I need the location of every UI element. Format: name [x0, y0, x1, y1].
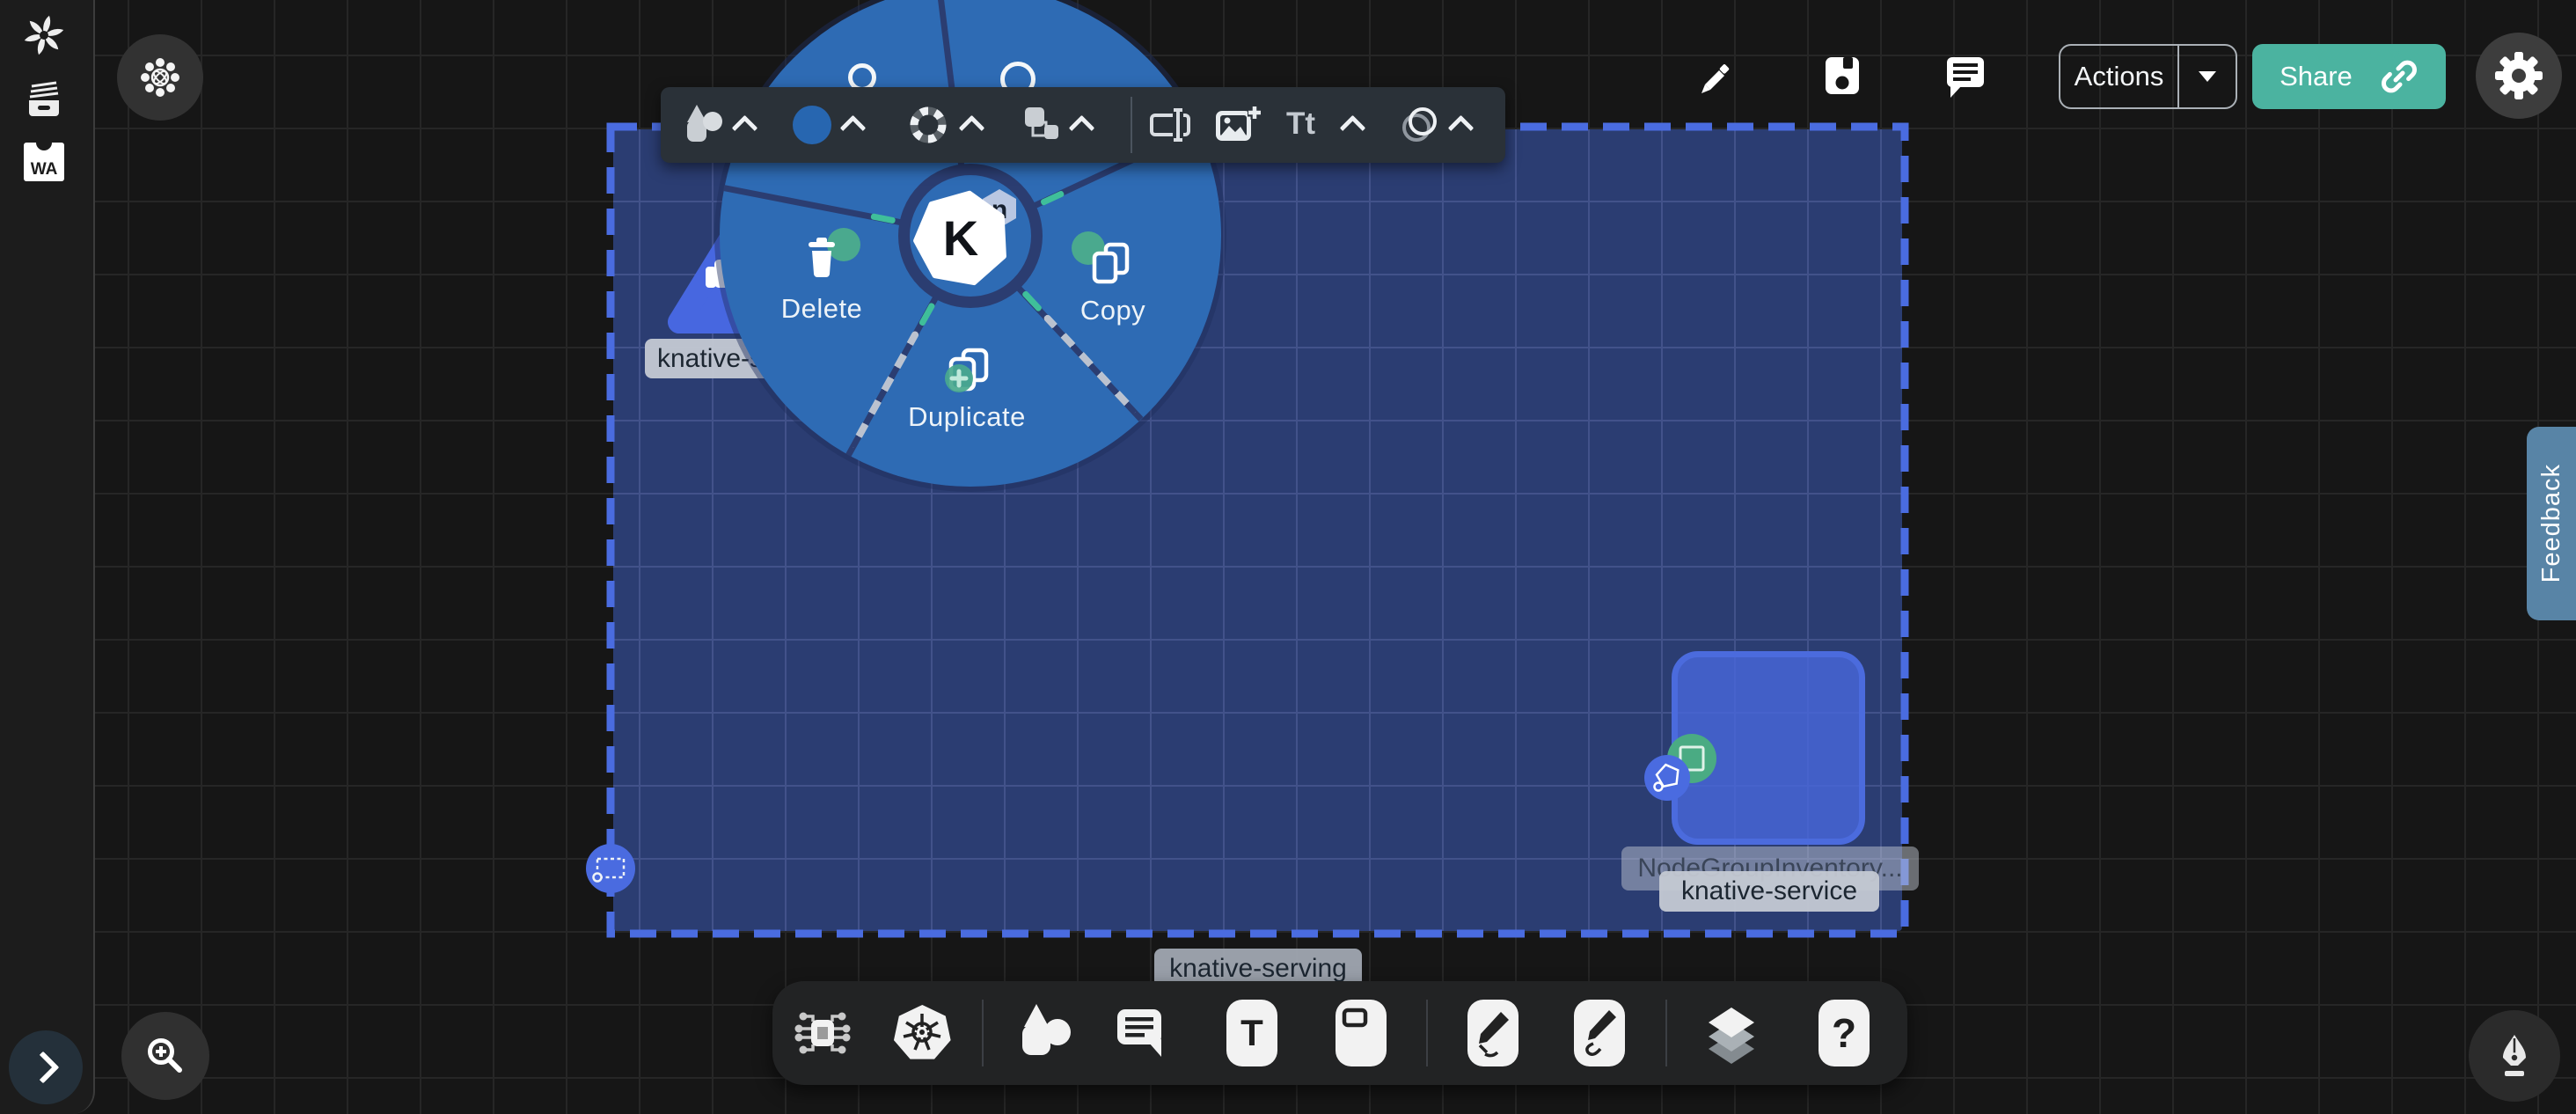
trash-icon[interactable] [797, 233, 846, 282]
zoom-button[interactable] [121, 1012, 209, 1100]
chevron-up-icon[interactable] [1069, 115, 1095, 142]
chevron-up-icon[interactable] [1448, 115, 1475, 142]
link-icon [2380, 57, 2419, 96]
pentagon-outline-icon [1644, 755, 1690, 801]
cluster-sphere-icon [136, 54, 184, 101]
sidebar: WA [0, 0, 95, 1114]
bottom-toolbar: T ? [772, 981, 1907, 1085]
pen-mode-button[interactable] [2469, 1010, 2560, 1102]
canvas[interactable]: knative-s knative-serving NodeGroupInven… [0, 0, 2576, 1114]
archive-icon[interactable] [23, 79, 65, 121]
service-node-badge-blue [1644, 755, 1690, 801]
edit-pencil-icon[interactable] [1691, 55, 1735, 99]
chevron-up-icon[interactable] [732, 115, 758, 142]
feedback-tab[interactable]: Feedback [2527, 427, 2576, 620]
rename-icon[interactable] [1148, 103, 1192, 147]
knative-logo[interactable]: n K [911, 186, 1021, 291]
gear-icon [2494, 51, 2543, 100]
dock-divider [1665, 1000, 1667, 1066]
shape-style-icon[interactable] [684, 103, 724, 147]
settings-button[interactable] [2476, 33, 2562, 119]
comment-icon[interactable] [1114, 1004, 1168, 1062]
kubernetes-icon[interactable] [892, 1002, 954, 1064]
actions-label: Actions [2060, 46, 2177, 107]
text-style-icon[interactable]: Tt [1286, 106, 1344, 142]
radial-context-menu: Delete Copy Duplicate n K [720, 0, 1221, 487]
actions-dropdown[interactable] [2179, 46, 2236, 107]
dock-divider [982, 1000, 984, 1066]
save-icon[interactable] [1820, 53, 1864, 99]
pencil-tool-icon[interactable] [1574, 1000, 1625, 1066]
wa-label: WA [31, 160, 58, 179]
expand-sidebar-button[interactable] [9, 1030, 83, 1104]
service-node-label: knative-service [1659, 871, 1879, 912]
duplicate-icon[interactable] [942, 345, 995, 398]
format-toolbar: Tt [661, 87, 1505, 163]
feedback-label: Feedback [2537, 464, 2566, 583]
menu-item-delete[interactable]: Delete [734, 293, 910, 325]
comment-icon[interactable] [1943, 53, 1990, 100]
shapes-icon[interactable] [1015, 1002, 1075, 1064]
copy-icon[interactable] [1087, 239, 1136, 289]
actions-button[interactable]: Actions [2059, 44, 2237, 109]
layers-icon[interactable] [1705, 999, 1758, 1069]
add-image-icon[interactable] [1214, 102, 1262, 148]
menu-item-duplicate[interactable]: Duplicate [879, 401, 1055, 433]
pen-knife-icon[interactable] [1467, 1000, 1519, 1066]
share-button[interactable]: Share [2252, 44, 2446, 109]
toolbar-divider [1131, 97, 1132, 153]
fill-color-swatch[interactable] [793, 106, 831, 144]
menu-item-copy[interactable]: Copy [1025, 295, 1201, 326]
chevron-up-icon[interactable] [840, 115, 867, 142]
webassembly-icon[interactable]: WA [24, 141, 64, 183]
help-icon[interactable]: ? [1819, 1000, 1870, 1066]
zoom-in-icon [143, 1033, 188, 1079]
marquee-rect-icon [586, 844, 635, 893]
frame-tool-icon[interactable] [1336, 1000, 1387, 1066]
effects-icon[interactable] [1398, 103, 1442, 147]
selection-marquee-badge[interactable] [586, 844, 635, 893]
text-tool-icon[interactable]: T [1226, 1000, 1277, 1066]
dock-divider [1426, 1000, 1428, 1066]
arrange-icon[interactable] [1022, 105, 1063, 145]
chevron-up-icon[interactable] [959, 115, 985, 142]
caret-down-icon [2199, 71, 2216, 82]
flow-diagram-icon[interactable] [794, 1004, 852, 1062]
expand-chevron-icon [27, 1052, 60, 1084]
share-label: Share [2280, 61, 2353, 92]
cluster-button[interactable] [117, 34, 203, 121]
pen-nib-icon [2490, 1031, 2539, 1081]
pinwheel-logo-icon[interactable] [23, 14, 65, 56]
border-style-icon[interactable] [908, 105, 948, 145]
knative-logo-text: K [943, 210, 978, 266]
